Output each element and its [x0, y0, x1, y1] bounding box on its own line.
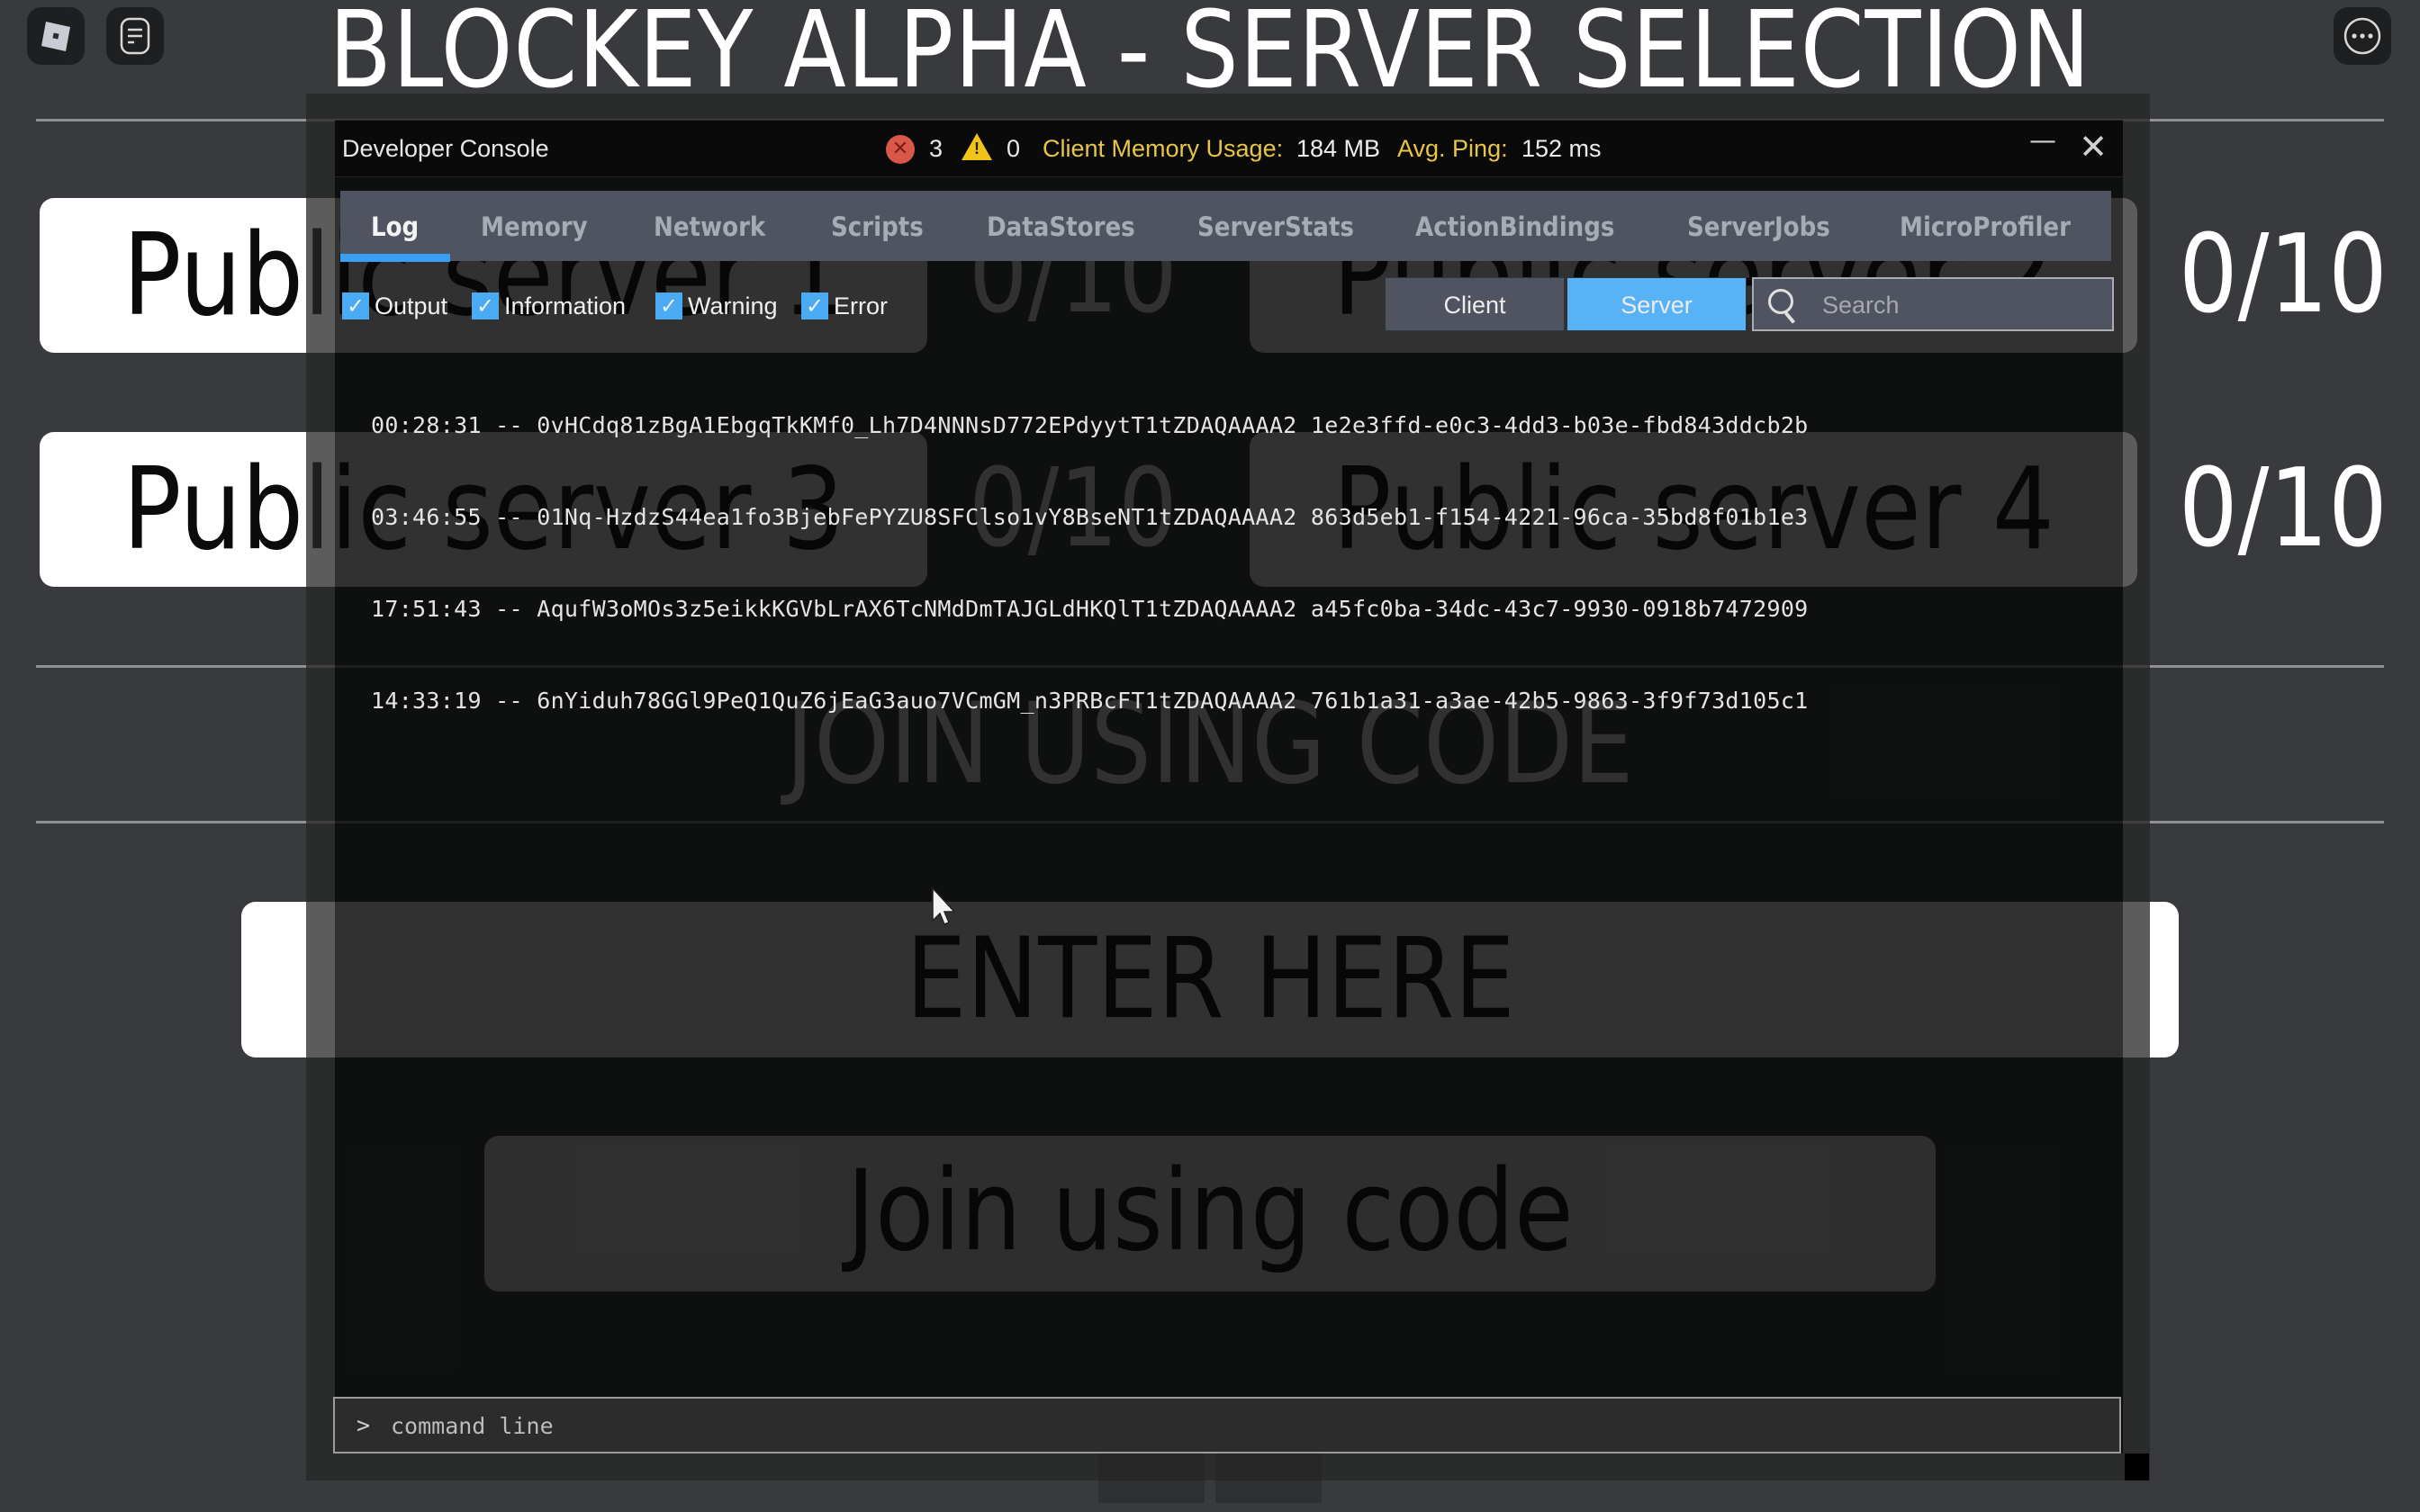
minimize-button[interactable]: —	[2024, 122, 2062, 160]
tab-scripts[interactable]: Scripts	[831, 191, 924, 261]
server-count: 0/10	[2179, 212, 2388, 338]
log-output: 00:28:31 -- 0vHCdq81zBgA1EbgqTkKMf0_Lh7D…	[371, 349, 1809, 747]
memory-value: 184 MB	[1296, 135, 1381, 162]
ping-label: Avg. Ping:	[1397, 135, 1508, 162]
server-count: 0/10	[2179, 446, 2388, 572]
chat-button[interactable]	[106, 7, 164, 65]
memory-label: Client Memory Usage:	[1043, 135, 1284, 162]
tab-log[interactable]: Log	[371, 191, 419, 261]
filter-warning-checkbox[interactable]: ✓ Warning	[655, 292, 778, 320]
search-icon	[1768, 289, 1793, 314]
console-tabs: Log Memory Network Scripts DataStores Se…	[340, 191, 2111, 262]
mouse-cursor-icon	[932, 886, 956, 925]
console-header[interactable]: Developer Console ✕ 3 ! 0 Client Memory …	[335, 120, 2123, 177]
tab-actionbindings[interactable]: ActionBindings	[1415, 191, 1614, 261]
checkmark-icon: ✓	[342, 292, 369, 320]
roblox-logo-icon	[41, 22, 70, 51]
checkmark-icon: ✓	[801, 292, 828, 320]
resize-handle[interactable]	[2125, 1454, 2149, 1480]
console-frame-edge	[2123, 94, 2150, 1480]
console-frame-edge	[306, 94, 335, 1480]
checkmark-icon: ✓	[472, 292, 499, 320]
log-line: 00:28:31 -- 0vHCdq81zBgA1EbgqTkKMf0_Lh7D…	[371, 412, 1809, 438]
more-options-button[interactable]	[2334, 7, 2391, 65]
error-count: 3	[929, 135, 944, 162]
search-input[interactable]	[1820, 279, 2103, 331]
tab-serverjobs[interactable]: ServerJobs	[1687, 191, 1830, 261]
ping-value: 152 ms	[1522, 135, 1602, 162]
warning-count: 0	[1007, 135, 1021, 162]
console-frame-edge	[335, 94, 2123, 120]
log-search[interactable]	[1752, 277, 2114, 331]
tab-network[interactable]: Network	[654, 191, 765, 261]
tab-memory[interactable]: Memory	[481, 191, 588, 261]
filter-error-checkbox[interactable]: ✓ Error	[801, 292, 888, 320]
error-icon: ✕	[886, 135, 915, 164]
prompt-icon: >	[357, 1412, 371, 1438]
roblox-menu-button[interactable]	[27, 7, 85, 65]
chat-icon	[120, 17, 150, 55]
tab-datastores[interactable]: DataStores	[987, 191, 1135, 261]
command-line[interactable]: >	[333, 1397, 2121, 1454]
console-frame-edge	[335, 1454, 2123, 1480]
more-options-icon	[2343, 17, 2381, 55]
checkmark-icon: ✓	[655, 292, 682, 320]
log-line: 14:33:19 -- 6nYiduh78GGl9PeQ1QuZ6jEaG3au…	[371, 688, 1809, 714]
server-toggle[interactable]: Server	[1567, 277, 1747, 331]
warning-icon: !	[962, 133, 992, 160]
command-input[interactable]	[389, 1399, 2103, 1454]
log-line: 03:46:55 -- 01Nq-HzdzS44ea1fo3BjebFePYZU…	[371, 504, 1809, 530]
tab-serverstats[interactable]: ServerStats	[1197, 191, 1354, 261]
active-tab-indicator	[340, 254, 450, 262]
log-line: 17:51:43 -- AqufW3oMOs3z5eikkKGVbLrAX6Tc…	[371, 596, 1809, 622]
console-title: Developer Console	[342, 135, 549, 162]
tab-microprofiler[interactable]: MicroProfiler	[1900, 191, 2071, 261]
close-button[interactable]: ✕	[2074, 128, 2112, 166]
filter-output-checkbox[interactable]: ✓ Output	[342, 292, 447, 320]
filter-information-checkbox[interactable]: ✓ Information	[472, 292, 626, 320]
client-toggle[interactable]: Client	[1385, 277, 1565, 331]
